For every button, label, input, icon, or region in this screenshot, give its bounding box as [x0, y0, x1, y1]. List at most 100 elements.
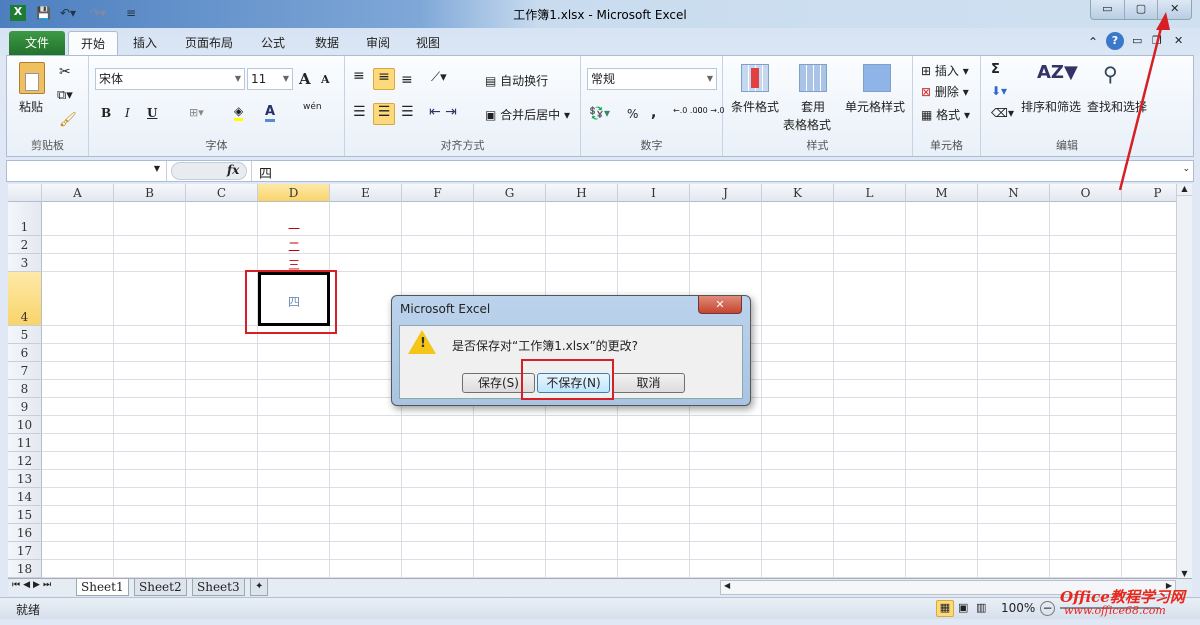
- delete-cells-button[interactable]: ⊠ 删除 ▾: [921, 83, 969, 100]
- cancel-button[interactable]: 取消: [612, 373, 685, 393]
- number-format-select[interactable]: 常规▼: [587, 68, 717, 90]
- column-header-G[interactable]: G: [474, 184, 546, 202]
- row-header-13[interactable]: 13: [8, 470, 42, 488]
- column-header-E[interactable]: E: [330, 184, 402, 202]
- name-box[interactable]: ▼: [7, 161, 167, 181]
- normal-view-button[interactable]: ▦: [936, 600, 954, 617]
- align-right-icon[interactable]: ☰: [401, 104, 414, 120]
- wrap-text-button[interactable]: ▤ 自动换行: [485, 72, 548, 89]
- fill-icon[interactable]: ⬇▾: [991, 84, 1007, 98]
- indent-icons[interactable]: ⇤ ⇥: [429, 104, 457, 120]
- zoom-level[interactable]: 100%: [1001, 601, 1035, 615]
- collapse-ribbon-icon[interactable]: ⌃: [1088, 35, 1098, 49]
- comma-button[interactable]: ,: [651, 105, 656, 121]
- select-all-corner[interactable]: [8, 184, 42, 202]
- paste-icon[interactable]: [19, 62, 45, 94]
- row-header-12[interactable]: 12: [8, 452, 42, 470]
- conditional-format-button[interactable]: 条件格式: [731, 98, 779, 115]
- orientation-icon[interactable]: ⟋▾: [431, 70, 447, 85]
- row-header-3[interactable]: 3: [8, 254, 42, 272]
- cut-icon[interactable]: ✂: [59, 64, 71, 80]
- row-header-8[interactable]: 8: [8, 380, 42, 398]
- sheet-tab-sheet3[interactable]: Sheet3: [192, 579, 245, 596]
- align-top-icon[interactable]: ≡: [353, 68, 365, 84]
- align-center-icon[interactable]: ☰: [373, 103, 395, 125]
- tab-view[interactable]: 视图: [405, 31, 451, 56]
- underline-button[interactable]: U: [147, 106, 157, 120]
- align-left-icon[interactable]: ☰: [353, 104, 366, 120]
- row-header-14[interactable]: 14: [8, 488, 42, 506]
- shrink-font-button[interactable]: A: [321, 73, 330, 86]
- tab-page-layout[interactable]: 页面布局: [176, 31, 242, 56]
- format-cells-button[interactable]: ▦ 格式 ▾: [921, 106, 970, 123]
- insert-cells-button[interactable]: ⊞ 插入 ▾: [921, 62, 969, 79]
- row-header-11[interactable]: 11: [8, 434, 42, 452]
- insert-function-button[interactable]: fx: [227, 163, 239, 177]
- bold-button[interactable]: B: [101, 106, 111, 120]
- zoom-out-button[interactable]: −: [1040, 601, 1055, 616]
- currency-icon[interactable]: 💱▾: [589, 106, 610, 120]
- font-color-icon[interactable]: A: [265, 104, 275, 122]
- row-header-10[interactable]: 10: [8, 416, 42, 434]
- align-bottom-icon[interactable]: ≡: [401, 72, 413, 88]
- column-header-M[interactable]: M: [906, 184, 978, 202]
- column-header-L[interactable]: L: [834, 184, 906, 202]
- increase-decimal-button[interactable]: ←.0 .00: [673, 106, 693, 115]
- format-painter-icon[interactable]: 🖌: [59, 112, 77, 128]
- tab-home[interactable]: 开始: [68, 31, 118, 56]
- column-header-I[interactable]: I: [618, 184, 690, 202]
- column-header-A[interactable]: A: [42, 184, 114, 202]
- copy-icon[interactable]: ⧉▾: [57, 88, 73, 103]
- vertical-scrollbar[interactable]: ▲ ▼: [1176, 184, 1192, 578]
- column-header-N[interactable]: N: [978, 184, 1050, 202]
- row-header-18[interactable]: 18: [8, 560, 42, 578]
- merge-center-button[interactable]: ▣ 合并后居中 ▾: [485, 106, 570, 123]
- font-name-select[interactable]: 宋体▼: [95, 68, 245, 90]
- cell-styles-button[interactable]: 单元格样式: [845, 98, 905, 115]
- cell-D2[interactable]: 二: [258, 238, 330, 255]
- decrease-decimal-button[interactable]: .00 →.0: [695, 106, 717, 115]
- column-header-D[interactable]: D: [258, 184, 330, 202]
- grow-font-button[interactable]: A: [299, 70, 311, 88]
- row-header-16[interactable]: 16: [8, 524, 42, 542]
- format-as-table-label-1[interactable]: 套用: [801, 98, 825, 115]
- fill-color-icon[interactable]: ◈: [234, 104, 243, 121]
- column-header-F[interactable]: F: [402, 184, 474, 202]
- sheet-nav-buttons[interactable]: ⏮◀▶⏭: [12, 580, 54, 590]
- tab-formulas[interactable]: 公式: [250, 31, 296, 56]
- column-header-B[interactable]: B: [114, 184, 186, 202]
- border-icon[interactable]: ⊞▾: [189, 106, 204, 119]
- row-header-7[interactable]: 7: [8, 362, 42, 380]
- row-header-4[interactable]: 4: [8, 272, 42, 326]
- column-header-K[interactable]: K: [762, 184, 834, 202]
- insert-sheet-icon[interactable]: ✦: [250, 579, 268, 596]
- column-header-J[interactable]: J: [690, 184, 762, 202]
- page-break-view-button[interactable]: ▥: [976, 601, 986, 614]
- dialog-close-button[interactable]: ✕: [698, 296, 742, 314]
- row-header-2[interactable]: 2: [8, 236, 42, 254]
- align-middle-icon[interactable]: ≡: [373, 68, 395, 90]
- tab-insert[interactable]: 插入: [122, 31, 168, 56]
- format-as-table-button[interactable]: 表格格式: [783, 116, 831, 133]
- row-header-1[interactable]: 1: [8, 202, 42, 236]
- sheet-tab-sheet1[interactable]: Sheet1: [76, 579, 129, 596]
- column-header-C[interactable]: C: [186, 184, 258, 202]
- tab-file[interactable]: 文件: [9, 31, 65, 56]
- column-header-H[interactable]: H: [546, 184, 618, 202]
- paste-button[interactable]: 粘贴: [19, 98, 43, 115]
- page-layout-view-button[interactable]: ▣: [958, 601, 968, 614]
- row-header-15[interactable]: 15: [8, 506, 42, 524]
- cell-D1[interactable]: 一: [258, 220, 330, 237]
- phonetic-icon[interactable]: wén: [303, 102, 322, 112]
- row-header-6[interactable]: 6: [8, 344, 42, 362]
- clear-icon[interactable]: ⌫▾: [991, 106, 1014, 120]
- sheet-tab-sheet2[interactable]: Sheet2: [134, 579, 187, 596]
- percent-button[interactable]: %: [627, 107, 638, 121]
- row-header-17[interactable]: 17: [8, 542, 42, 560]
- italic-button[interactable]: I: [125, 106, 130, 120]
- tab-data[interactable]: 数据: [304, 31, 350, 56]
- tab-review[interactable]: 审阅: [355, 31, 401, 56]
- row-header-5[interactable]: 5: [8, 326, 42, 344]
- font-size-select[interactable]: 11▼: [247, 68, 293, 90]
- row-header-9[interactable]: 9: [8, 398, 42, 416]
